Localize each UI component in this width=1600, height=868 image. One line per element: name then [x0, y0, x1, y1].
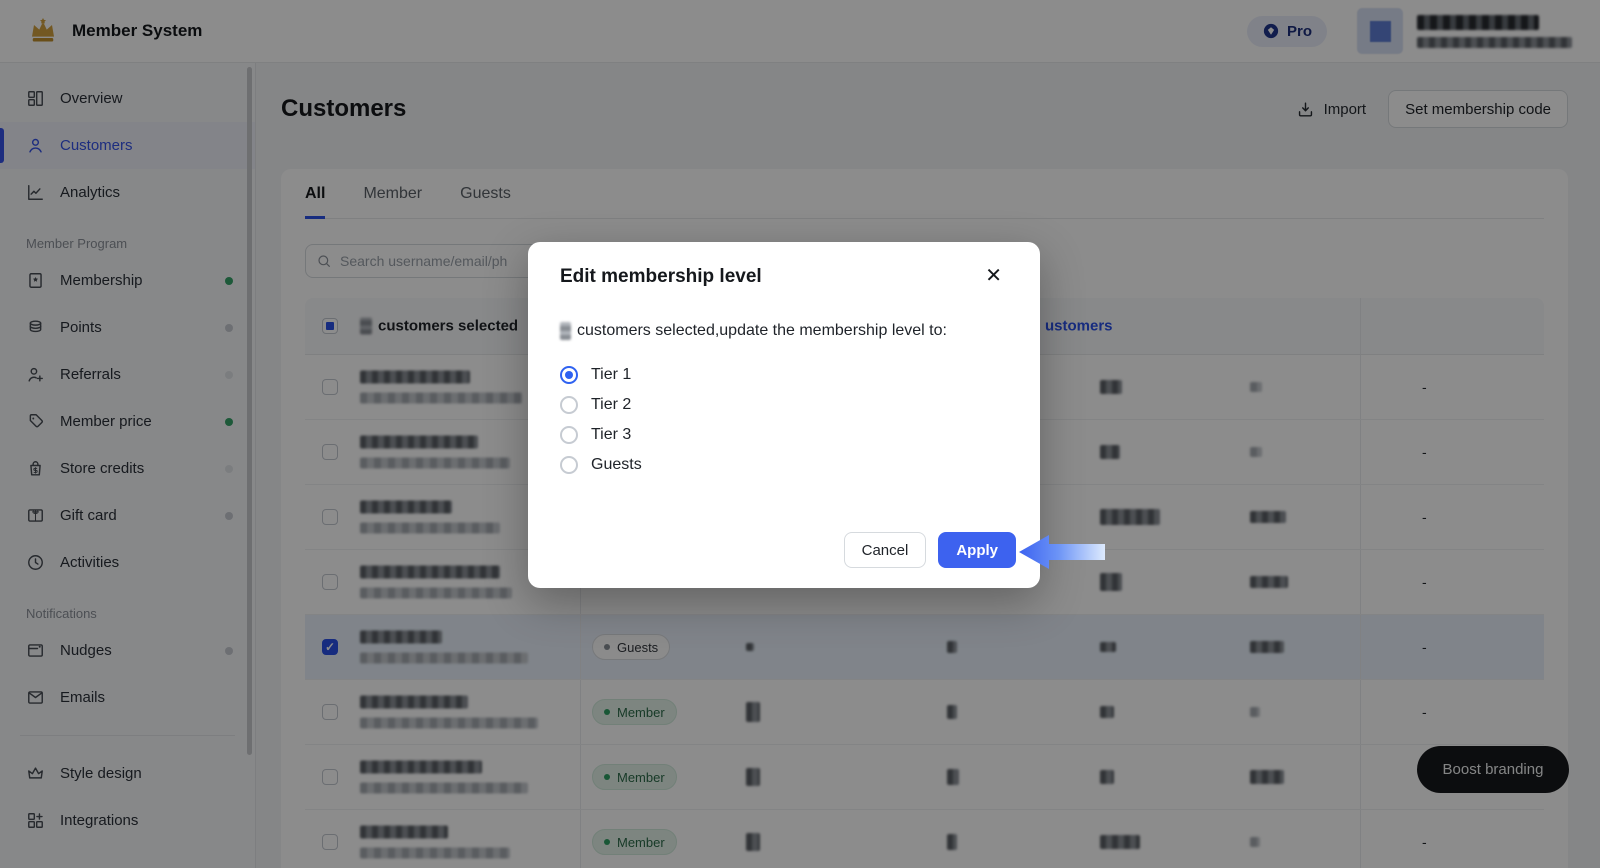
cancel-button[interactable]: Cancel	[844, 532, 927, 568]
radio-option-tier-2[interactable]: Tier 2	[560, 396, 1008, 414]
radio-option-tier-1[interactable]: Tier 1	[560, 366, 1008, 384]
count-redacted	[560, 322, 571, 340]
membership-level-options: Tier 1 Tier 2 Tier 3 Guests	[560, 366, 1008, 474]
radio-label: Tier 1	[591, 366, 631, 384]
radio-unselected-icon[interactable]	[560, 456, 578, 474]
radio-option-tier-3[interactable]: Tier 3	[560, 426, 1008, 444]
radio-option-guests[interactable]: Guests	[560, 456, 1008, 474]
pointer-arrow-annotation	[1016, 530, 1108, 574]
app-root: Member System Pro OverviewCustomersAnaly…	[0, 0, 1600, 868]
radio-selected-icon[interactable]	[560, 366, 578, 384]
apply-button[interactable]: Apply	[938, 532, 1016, 568]
radio-label: Tier 3	[591, 426, 631, 444]
radio-label: Tier 2	[591, 396, 631, 414]
radio-label: Guests	[591, 456, 642, 474]
modal-title: Edit membership level	[560, 266, 762, 288]
radio-unselected-icon[interactable]	[560, 396, 578, 414]
modal-body-text: customers selected,update the membership…	[560, 322, 1008, 340]
radio-unselected-icon[interactable]	[560, 426, 578, 444]
close-x-icon[interactable]: ✕	[985, 266, 1002, 286]
edit-membership-level-modal: Edit membership level ✕ customers select…	[528, 242, 1040, 588]
